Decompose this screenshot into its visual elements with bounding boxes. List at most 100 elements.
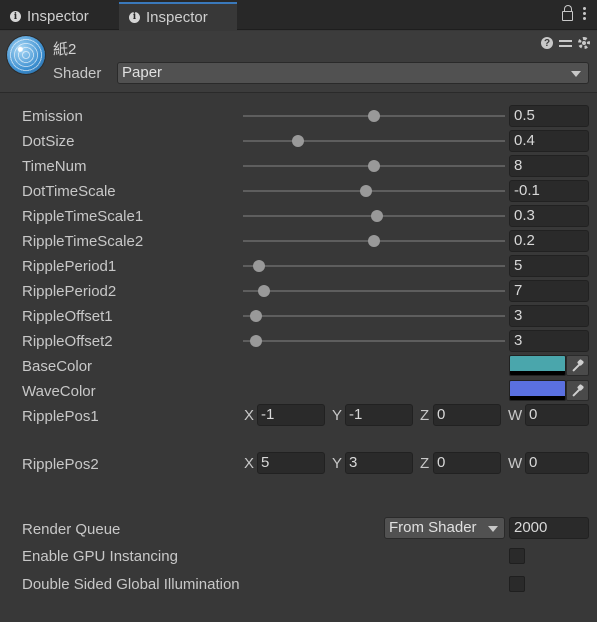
ripple-pos-1-y-axis-label[interactable]: Y <box>332 407 342 424</box>
wave-color-field[interactable] <box>509 380 566 401</box>
gpu-instancing-checkbox[interactable] <box>509 548 525 564</box>
wave-color-swatch <box>510 381 565 396</box>
ripple-pos-1-w-field[interactable]: 0 <box>525 404 589 426</box>
ripple-pos-2-label: RipplePos2 <box>22 456 99 473</box>
ripple-period-1-value-field[interactable]: 5 <box>509 255 589 277</box>
slider-thumb[interactable] <box>370 210 383 222</box>
ripple-pos-2-w-field[interactable]: 0 <box>525 452 589 474</box>
slider-thumb[interactable] <box>368 160 380 172</box>
ripple-offset-1-slider[interactable] <box>243 310 505 322</box>
material-preview-sphere-icon <box>7 36 45 74</box>
ripple-time-scale-2-label: RippleTimeScale2 <box>22 233 144 250</box>
gpu-instancing-label: Enable GPU Instancing <box>22 548 178 565</box>
ripple-period-2-slider[interactable] <box>243 285 505 297</box>
dot-size-slider[interactable] <box>243 135 505 147</box>
header-tools: ? <box>541 37 590 49</box>
tab-label: Inspector <box>27 8 89 25</box>
time-num-slider[interactable] <box>243 160 505 172</box>
chevron-down-icon <box>488 526 498 532</box>
wave-color-label: WaveColor <box>22 383 96 400</box>
ripple-pos-2-y-field[interactable]: 3 <box>345 452 413 474</box>
ripple-offset-2-label: RippleOffset2 <box>22 333 113 350</box>
emission-label: Emission <box>22 108 83 125</box>
ripple-pos-1-z-field[interactable]: 0 <box>433 404 501 426</box>
ripple-pos-2-z-axis-label[interactable]: Z <box>420 455 429 472</box>
dot-size-value-field[interactable]: 0.4 <box>509 130 589 152</box>
double-sided-gi-checkbox[interactable] <box>509 576 525 592</box>
info-icon: i <box>10 11 21 22</box>
ripple-pos-1-w-axis-label[interactable]: W <box>508 407 522 424</box>
render-queue-label: Render Queue <box>22 521 121 538</box>
tab-inspector-1[interactable]: i Inspector <box>0 3 118 30</box>
shader-value: Paper <box>122 64 163 81</box>
ripple-pos-2-w-axis-label[interactable]: W <box>508 455 522 472</box>
help-icon[interactable]: ? <box>541 37 553 49</box>
base-color-field[interactable] <box>509 355 566 376</box>
base-color-label: BaseColor <box>22 358 93 375</box>
ripple-offset-2-slider[interactable] <box>243 335 505 347</box>
ripple-pos-1-x-axis-label[interactable]: X <box>244 407 254 424</box>
tab-tools <box>562 5 587 21</box>
shader-label: Shader <box>53 65 102 82</box>
ripple-time-scale-1-label: RippleTimeScale1 <box>22 208 144 225</box>
ripple-pos-1-y-field[interactable]: -1 <box>345 404 413 426</box>
more-options-icon[interactable] <box>583 7 587 20</box>
ripple-period-2-label: RipplePeriod2 <box>22 283 117 300</box>
ripple-pos-2-z-field[interactable]: 0 <box>433 452 501 474</box>
info-icon: i <box>129 11 140 23</box>
tab-inspector-2[interactable]: i Inspector <box>119 2 237 30</box>
tab-bar: i Inspector i Inspector <box>0 0 597 30</box>
slider-thumb[interactable] <box>368 110 380 122</box>
dot-time-scale-value-field[interactable]: -0.1 <box>509 180 589 202</box>
dot-time-scale-slider[interactable] <box>243 185 505 197</box>
ripple-time-scale-2-slider[interactable] <box>243 235 505 247</box>
alpha-bar <box>510 396 565 400</box>
wave-color-picker-button[interactable] <box>566 380 589 401</box>
ripple-period-1-slider[interactable] <box>243 260 505 272</box>
ripple-pos-2-y-axis-label[interactable]: Y <box>332 455 342 472</box>
time-num-label: TimeNum <box>22 158 87 175</box>
ripple-offset-2-value-field[interactable]: 3 <box>509 330 589 352</box>
ripple-pos-1-label: RipplePos1 <box>22 408 99 425</box>
ripple-pos-2-x-axis-label[interactable]: X <box>244 455 254 472</box>
eyedropper-icon <box>572 360 584 372</box>
ripple-time-scale-2-value-field[interactable]: 0.2 <box>509 230 589 252</box>
time-num-value-field[interactable]: 8 <box>509 155 589 177</box>
base-color-swatch <box>510 356 565 371</box>
alpha-bar <box>510 371 565 375</box>
shader-dropdown[interactable]: Paper <box>117 62 589 84</box>
base-color-picker-button[interactable] <box>566 355 589 376</box>
ripple-time-scale-1-slider[interactable] <box>243 210 505 222</box>
presets-icon[interactable] <box>559 37 572 49</box>
render-queue-dropdown[interactable]: From Shader <box>384 517 505 539</box>
ripple-pos-1-z-axis-label[interactable]: Z <box>420 407 429 424</box>
dot-time-scale-label: DotTimeScale <box>22 183 116 200</box>
render-queue-mode: From Shader <box>389 519 477 536</box>
gear-icon[interactable] <box>578 37 590 49</box>
render-queue-value-field[interactable]: 2000 <box>509 517 589 539</box>
material-name: 紙2 <box>53 41 77 58</box>
slider-thumb[interactable] <box>250 335 263 347</box>
material-header: 紙2 ? Shader Paper <box>0 31 597 93</box>
dot-size-label: DotSize <box>22 133 75 150</box>
ripple-offset-1-label: RippleOffset1 <box>22 308 113 325</box>
slider-thumb[interactable] <box>368 235 380 247</box>
slider-thumb[interactable] <box>252 260 265 272</box>
ripple-offset-1-value-field[interactable]: 3 <box>509 305 589 327</box>
slider-thumb[interactable] <box>360 185 373 197</box>
tab-label: Inspector <box>146 8 208 26</box>
ripple-period-2-value-field[interactable]: 7 <box>509 280 589 302</box>
ripple-period-1-label: RipplePeriod1 <box>22 258 117 275</box>
double-sided-gi-label: Double Sided Global Illumination <box>22 576 240 593</box>
chevron-down-icon <box>571 71 581 77</box>
eyedropper-icon <box>572 385 584 397</box>
slider-thumb[interactable] <box>250 310 263 322</box>
slider-thumb[interactable] <box>257 285 270 297</box>
lock-icon[interactable] <box>562 5 573 21</box>
ripple-pos-1-x-field[interactable]: -1 <box>257 404 325 426</box>
ripple-pos-2-x-field[interactable]: 5 <box>257 452 325 474</box>
emission-slider[interactable] <box>243 110 505 122</box>
emission-value-field[interactable]: 0.5 <box>509 105 589 127</box>
ripple-time-scale-1-value-field[interactable]: 0.3 <box>509 205 589 227</box>
slider-thumb[interactable] <box>292 135 305 147</box>
